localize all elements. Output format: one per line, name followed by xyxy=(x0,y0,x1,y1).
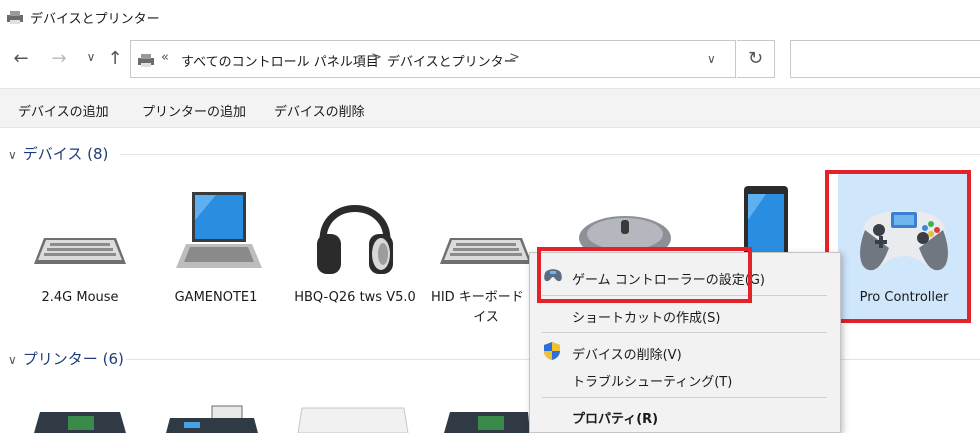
add-printer-button[interactable]: プリンターの追加 xyxy=(142,101,246,120)
keyboard-icon xyxy=(34,238,126,264)
collapse-chevron-icon[interactable]: ∨ xyxy=(8,353,17,367)
device-label: 2.4G Mouse xyxy=(41,290,119,305)
keyboard-icon xyxy=(440,238,532,264)
forward-button[interactable]: → xyxy=(48,48,70,69)
device-tile[interactable]: GAMENOTE1 xyxy=(146,180,286,308)
device-label: GAMENOTE1 xyxy=(174,290,258,305)
window-title: デバイスとプリンター xyxy=(30,12,160,27)
shield-icon xyxy=(544,342,560,360)
menu-item-create-shortcut[interactable]: ショートカットの作成(S) xyxy=(572,307,720,326)
group-divider xyxy=(120,154,980,155)
group-label: デバイス xyxy=(22,145,83,163)
device-tile[interactable]: HBQ-Q26 tws V5.0 xyxy=(285,178,425,308)
headphones-icon xyxy=(317,205,393,274)
collapse-chevron-icon[interactable]: ∨ xyxy=(8,148,17,162)
fax-icon[interactable] xyxy=(162,404,262,433)
printer-icon[interactable] xyxy=(296,404,410,433)
search-input[interactable] xyxy=(790,40,980,78)
command-bar: デバイスの追加 プリンターの追加 デバイスの削除 xyxy=(0,88,980,128)
title-bar: デバイスとプリンター xyxy=(0,0,980,34)
menu-separator xyxy=(542,397,827,398)
refresh-button[interactable]: ↻ xyxy=(737,40,775,78)
group-count: (8) xyxy=(87,145,109,163)
device-label-line: イス xyxy=(473,310,499,325)
address-overflow[interactable]: « xyxy=(161,50,169,65)
back-button[interactable]: ← xyxy=(10,48,32,69)
menu-separator xyxy=(542,332,827,333)
highlight-box-menu-item xyxy=(537,247,752,303)
group-header-printers[interactable]: ∨ プリンター (6) xyxy=(8,348,124,369)
devices-printers-icon xyxy=(138,54,154,67)
mouse-icon xyxy=(579,216,671,260)
add-device-button[interactable]: デバイスの追加 xyxy=(18,101,109,120)
group-count: (6) xyxy=(102,350,124,368)
breadcrumb-all-control-panel[interactable]: すべてのコントロール パネル項目 xyxy=(181,51,379,70)
device-label: HBQ-Q26 tws V5.0 xyxy=(294,290,416,305)
highlight-box-pro-controller xyxy=(825,170,971,323)
printer-icon[interactable] xyxy=(440,404,530,433)
breadcrumb-separator[interactable]: > xyxy=(371,50,382,65)
device-label-line: HID キーボード デ xyxy=(431,290,541,305)
remove-device-button[interactable]: デバイスの削除 xyxy=(274,101,365,120)
recent-locations-button[interactable]: ∨ xyxy=(80,50,102,64)
breadcrumb-devices-printers[interactable]: デバイスとプリンター xyxy=(387,51,517,70)
devices-printers-icon xyxy=(7,11,23,24)
address-bar[interactable]: « すべてのコントロール パネル項目 > デバイスとプリンター > ∨ xyxy=(130,40,736,78)
laptop-icon xyxy=(176,192,262,268)
menu-item-properties[interactable]: プロパティ(R) xyxy=(572,408,658,427)
menu-item-remove-device[interactable]: デバイスの削除(V) xyxy=(572,344,682,363)
device-tile[interactable]: 2.4G Mouse xyxy=(10,180,150,308)
printer-icon[interactable] xyxy=(30,404,130,433)
group-header-devices[interactable]: ∨ デバイス (8) xyxy=(8,143,108,164)
address-dropdown-icon[interactable]: ∨ xyxy=(707,52,716,66)
breadcrumb-separator[interactable]: > xyxy=(509,50,520,65)
menu-item-troubleshoot[interactable]: トラブルシューティング(T) xyxy=(572,371,732,390)
group-label: プリンター xyxy=(22,350,98,368)
up-button[interactable]: ↑ xyxy=(104,48,126,69)
device-tile[interactable] xyxy=(560,180,700,260)
